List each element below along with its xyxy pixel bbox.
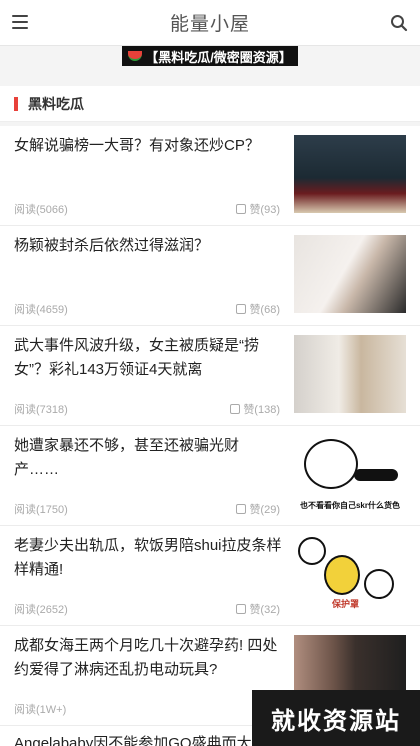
article-title[interactable]: 老妻少夫出轨瓜，软饭男陪shui拉皮条样样精通! <box>14 534 282 582</box>
like-button[interactable]: 赞(29) <box>236 501 280 517</box>
article-thumbnail[interactable]: 也不看看你自己skr什么货色 <box>294 435 406 513</box>
read-count: 阅读(4659) <box>14 304 68 316</box>
article-title[interactable]: 她遭家暴还不够，甚至还被骗光财产…… <box>14 434 282 482</box>
meme-bubble-icon <box>324 555 360 595</box>
article-list: 女解说骗榜一大哥？有对象还炒CP？ 阅读(5066) 赞(93) 杨颖被封杀后依… <box>0 126 420 726</box>
article-thumbnail[interactable] <box>294 335 406 413</box>
article-item[interactable]: 杨颖被封杀后依然过得滋润？ 阅读(4659) 赞(68) <box>0 226 420 326</box>
article-item[interactable]: 老妻少夫出轨瓜，软饭男陪shui拉皮条样样精通! 阅读(2652) 赞(32) … <box>0 526 420 626</box>
article-item[interactable]: 武大事件风波升级，女主被质疑是“捞女”？彩礼143万领证4天就离 阅读(7318… <box>0 326 420 426</box>
thumbs-up-icon <box>236 204 247 214</box>
meme-face-icon <box>304 439 358 489</box>
section-header: 黑料吃瓜 <box>0 86 420 122</box>
article-title[interactable]: 女解说骗榜一大哥？有对象还炒CP？ <box>14 134 282 158</box>
banner-text: 【黑料吃瓜/微密圈资源】 <box>145 49 292 65</box>
meme-caption: 也不看看你自己skr什么货色 <box>299 501 400 510</box>
like-count: 赞(93) <box>249 204 280 216</box>
thumbs-up-icon <box>236 604 247 614</box>
meme-caption: 保护罩 <box>332 599 360 609</box>
promo-banner[interactable]: 【黑料吃瓜/微密圈资源】 <box>122 46 298 66</box>
thumbs-up-icon <box>236 504 247 514</box>
like-button[interactable]: 赞(93) <box>236 201 280 217</box>
like-button[interactable]: 赞(138) <box>230 401 280 417</box>
like-count: 赞(29) <box>249 504 280 516</box>
section-title: 黑料吃瓜 <box>28 95 84 112</box>
thumbs-up-icon <box>230 404 241 414</box>
like-button[interactable]: 赞(32) <box>236 601 280 617</box>
article-thumbnail[interactable]: 保护罩 <box>294 535 406 613</box>
article-thumbnail[interactable] <box>294 235 406 313</box>
like-count: 赞(32) <box>249 604 280 616</box>
article-title[interactable]: Angelababy因不能参加GQ盛典而大哭 <box>14 732 267 746</box>
section-accent-bar <box>14 96 18 111</box>
read-count: 阅读(2652) <box>14 604 68 616</box>
meme-face-icon <box>298 537 326 565</box>
watermark-overlay: 就收资源站 <box>252 690 420 746</box>
meme-arm-icon <box>354 469 398 481</box>
article-title[interactable]: 成都女海王两个月吃几十次避孕药! 四处约爱得了淋病还乱扔电动玩具? <box>14 634 282 682</box>
article-title[interactable]: 杨颖被封杀后依然过得滋润？ <box>14 234 282 258</box>
read-count: 阅读(1W+) <box>14 704 67 716</box>
read-count: 阅读(1750) <box>14 504 68 516</box>
read-count: 阅读(5066) <box>14 204 68 216</box>
like-count: 赞(138) <box>243 404 280 416</box>
article-title[interactable]: 武大事件风波升级，女主被质疑是“捞女”？彩礼143万领证4天就离 <box>14 334 282 382</box>
article-item[interactable]: 她遭家暴还不够，甚至还被骗光财产…… 阅读(1750) 赞(29) 也不看看你自… <box>0 426 420 526</box>
article-thumbnail[interactable] <box>294 135 406 213</box>
read-count: 阅读(7318) <box>14 404 68 416</box>
watermelon-icon <box>128 51 143 61</box>
top-bar: 能量小屋 <box>0 0 420 46</box>
search-icon[interactable] <box>390 14 408 32</box>
site-title: 能量小屋 <box>169 14 250 35</box>
menu-icon[interactable] <box>12 15 28 29</box>
like-count: 赞(68) <box>249 304 280 316</box>
thumbs-up-icon <box>236 304 247 314</box>
like-button[interactable]: 赞(68) <box>236 301 280 317</box>
article-item[interactable]: 女解说骗榜一大哥？有对象还炒CP？ 阅读(5066) 赞(93) <box>0 126 420 226</box>
meme-face-icon <box>364 569 394 599</box>
banner-area: 【黑料吃瓜/微密圈资源】 <box>0 46 420 86</box>
